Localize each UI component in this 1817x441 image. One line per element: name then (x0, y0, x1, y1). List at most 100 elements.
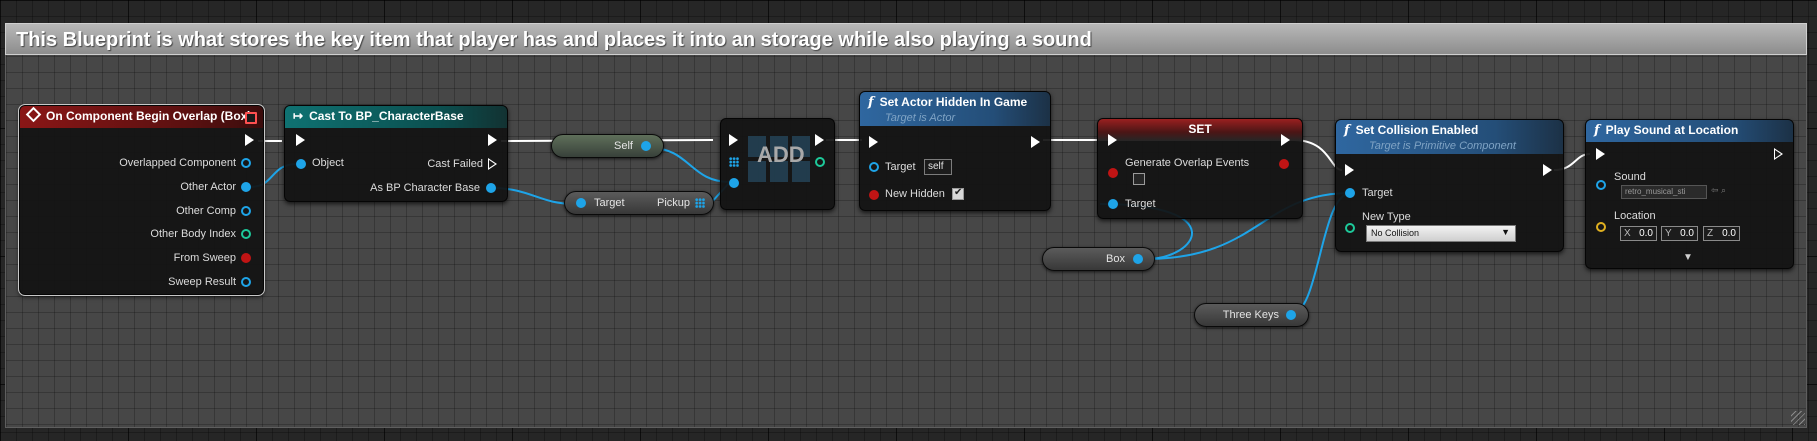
set-node-title: SET (1188, 122, 1212, 136)
cast-arrow-icon: ↦ (293, 109, 304, 123)
pin-label-overlapped-component: Overlapped Component (119, 157, 236, 169)
location-x-field[interactable]: X 0.0 (1620, 226, 1657, 241)
set-actor-hidden-title: Set Actor Hidden In Game (879, 95, 1028, 109)
function-icon: f (1344, 123, 1350, 138)
object-wire (649, 147, 731, 183)
sound-pin[interactable] (1596, 180, 1606, 190)
event-node[interactable]: On Component Begin Overlap (Box) (18, 104, 265, 296)
add-label: ADD (757, 142, 805, 167)
location-z-label: Z (1707, 228, 1714, 239)
location-y-field[interactable]: Y 0.0 (1661, 226, 1698, 241)
sweep-result-pin[interactable] (241, 277, 251, 287)
function-icon: f (868, 95, 874, 110)
location-pin[interactable] (1596, 222, 1606, 232)
cast-node-title: Cast To BP_CharacterBase (309, 109, 464, 123)
new-type-label: New Type (1362, 211, 1411, 223)
pin-label-other-actor: Other Actor (180, 181, 236, 193)
cast-exec-in-pin[interactable] (296, 134, 305, 146)
box-output-pin[interactable] (1133, 254, 1143, 264)
add-array-pin-icon[interactable] (729, 157, 739, 167)
self-output-pin[interactable] (641, 141, 651, 151)
set-output-pin[interactable] (1279, 159, 1289, 169)
location-x-label: X (1624, 228, 1631, 239)
pickup-value-label: Pickup (657, 197, 691, 209)
hidden-target-label: Target (885, 161, 916, 173)
generate-overlap-label: Generate Overlap Events (1125, 157, 1250, 169)
self-node[interactable]: Self (551, 134, 664, 158)
hidden-target-pin[interactable] (869, 162, 879, 172)
set-collision-header: f Set Collision Enabled Target is Primiti… (1336, 120, 1563, 154)
add-exec-in-pin[interactable] (729, 134, 738, 146)
sound-label: Sound (1614, 171, 1646, 183)
pickup-target-pin[interactable] (576, 198, 586, 208)
set-node-header: SET (1098, 119, 1302, 141)
collision-exec-in-pin[interactable] (1345, 164, 1354, 176)
cast-failed-exec-pin[interactable] (488, 158, 497, 170)
pin-label-other-body-index: Other Body Index (150, 228, 236, 240)
chevron-down-icon: ▼ (1501, 227, 1510, 237)
overlapped-component-pin[interactable] (241, 158, 251, 168)
pin-label-other-comp: Other Comp (176, 205, 236, 217)
new-type-pin[interactable] (1345, 223, 1355, 233)
add-item-pin[interactable] (729, 178, 739, 188)
play-sound-title: Play Sound at Location (1605, 123, 1739, 137)
new-hidden-checkbox[interactable] (952, 187, 964, 200)
set-exec-out-pin[interactable] (1281, 134, 1290, 146)
add-index-out-pin[interactable] (815, 157, 825, 167)
as-character-base-pin[interactable] (486, 183, 496, 193)
new-hidden-pin[interactable] (869, 190, 879, 200)
play-sound-header: f Play Sound at Location (1586, 120, 1793, 142)
cast-object-pin[interactable] (296, 159, 306, 169)
hidden-target-self-field[interactable]: self (924, 159, 952, 175)
three-keys-output-pin[interactable] (1286, 310, 1296, 320)
hidden-exec-out-pin[interactable] (1031, 136, 1040, 148)
other-body-index-pin[interactable] (241, 229, 251, 239)
other-comp-pin[interactable] (241, 206, 251, 216)
set-collision-subtitle: Target is Primitive Component (1369, 140, 1516, 152)
from-sweep-pin[interactable] (241, 253, 251, 263)
collision-exec-out-pin[interactable] (1543, 164, 1552, 176)
pickup-node[interactable]: Target Pickup (564, 191, 714, 215)
new-type-value: No Collision (1371, 228, 1420, 238)
cast-object-label: Object (312, 157, 344, 169)
generate-overlap-checkbox[interactable] (1133, 173, 1145, 185)
set-target-pin[interactable] (1108, 199, 1118, 209)
location-x-value: 0.0 (1639, 228, 1653, 239)
self-label: Self (614, 140, 633, 152)
function-icon: f (1594, 123, 1600, 138)
add-exec-out-pin[interactable] (815, 134, 824, 146)
event-node-title: On Component Begin Overlap (Box) (46, 109, 252, 123)
box-node[interactable]: Box (1042, 247, 1155, 271)
location-y-label: Y (1665, 228, 1672, 239)
cast-exec-out-pin[interactable] (488, 134, 497, 146)
location-z-field[interactable]: Z 0.0 (1703, 226, 1740, 241)
sound-exec-out-pin[interactable] (1774, 148, 1783, 160)
generate-overlap-pin[interactable] (1108, 168, 1118, 178)
new-type-dropdown[interactable]: No Collision ▼ (1366, 225, 1516, 242)
pickup-target-label: Target (594, 197, 625, 209)
sound-asset-field[interactable]: retro_musical_sti (1621, 185, 1707, 199)
collision-target-label: Target (1362, 187, 1393, 199)
sound-exec-in-pin[interactable] (1596, 148, 1605, 160)
pin-label-sweep-result: Sweep Result (168, 276, 236, 288)
expand-advanced-icon[interactable]: ▼ (1683, 252, 1693, 263)
collision-target-pin[interactable] (1345, 188, 1355, 198)
array-grid-icon[interactable] (695, 198, 705, 208)
set-actor-hidden-header: f Set Actor Hidden In Game Target is Acto… (860, 92, 1050, 126)
cast-node-header: ↦ Cast To BP_CharacterBase (285, 106, 507, 128)
three-keys-node[interactable]: Three Keys (1194, 303, 1309, 327)
set-exec-in-pin[interactable] (1108, 134, 1117, 146)
three-keys-label: Three Keys (1222, 309, 1279, 321)
location-z-value: 0.0 (1722, 228, 1736, 239)
location-y-value: 0.0 (1680, 228, 1694, 239)
event-exec-out-pin[interactable] (245, 134, 254, 146)
as-character-base-label: As BP Character Base (370, 182, 480, 194)
sound-browse-arrow-icon[interactable]: ⇦ ⌕ (1711, 185, 1726, 196)
event-diamond-icon (25, 106, 42, 123)
new-hidden-label: New Hidden (885, 188, 945, 200)
set-actor-hidden-subtitle: Target is Actor (885, 112, 956, 124)
hidden-exec-in-pin[interactable] (869, 136, 878, 148)
output-delegate-icon[interactable] (245, 112, 257, 124)
location-label: Location (1614, 210, 1656, 222)
other-actor-pin[interactable] (241, 182, 251, 192)
